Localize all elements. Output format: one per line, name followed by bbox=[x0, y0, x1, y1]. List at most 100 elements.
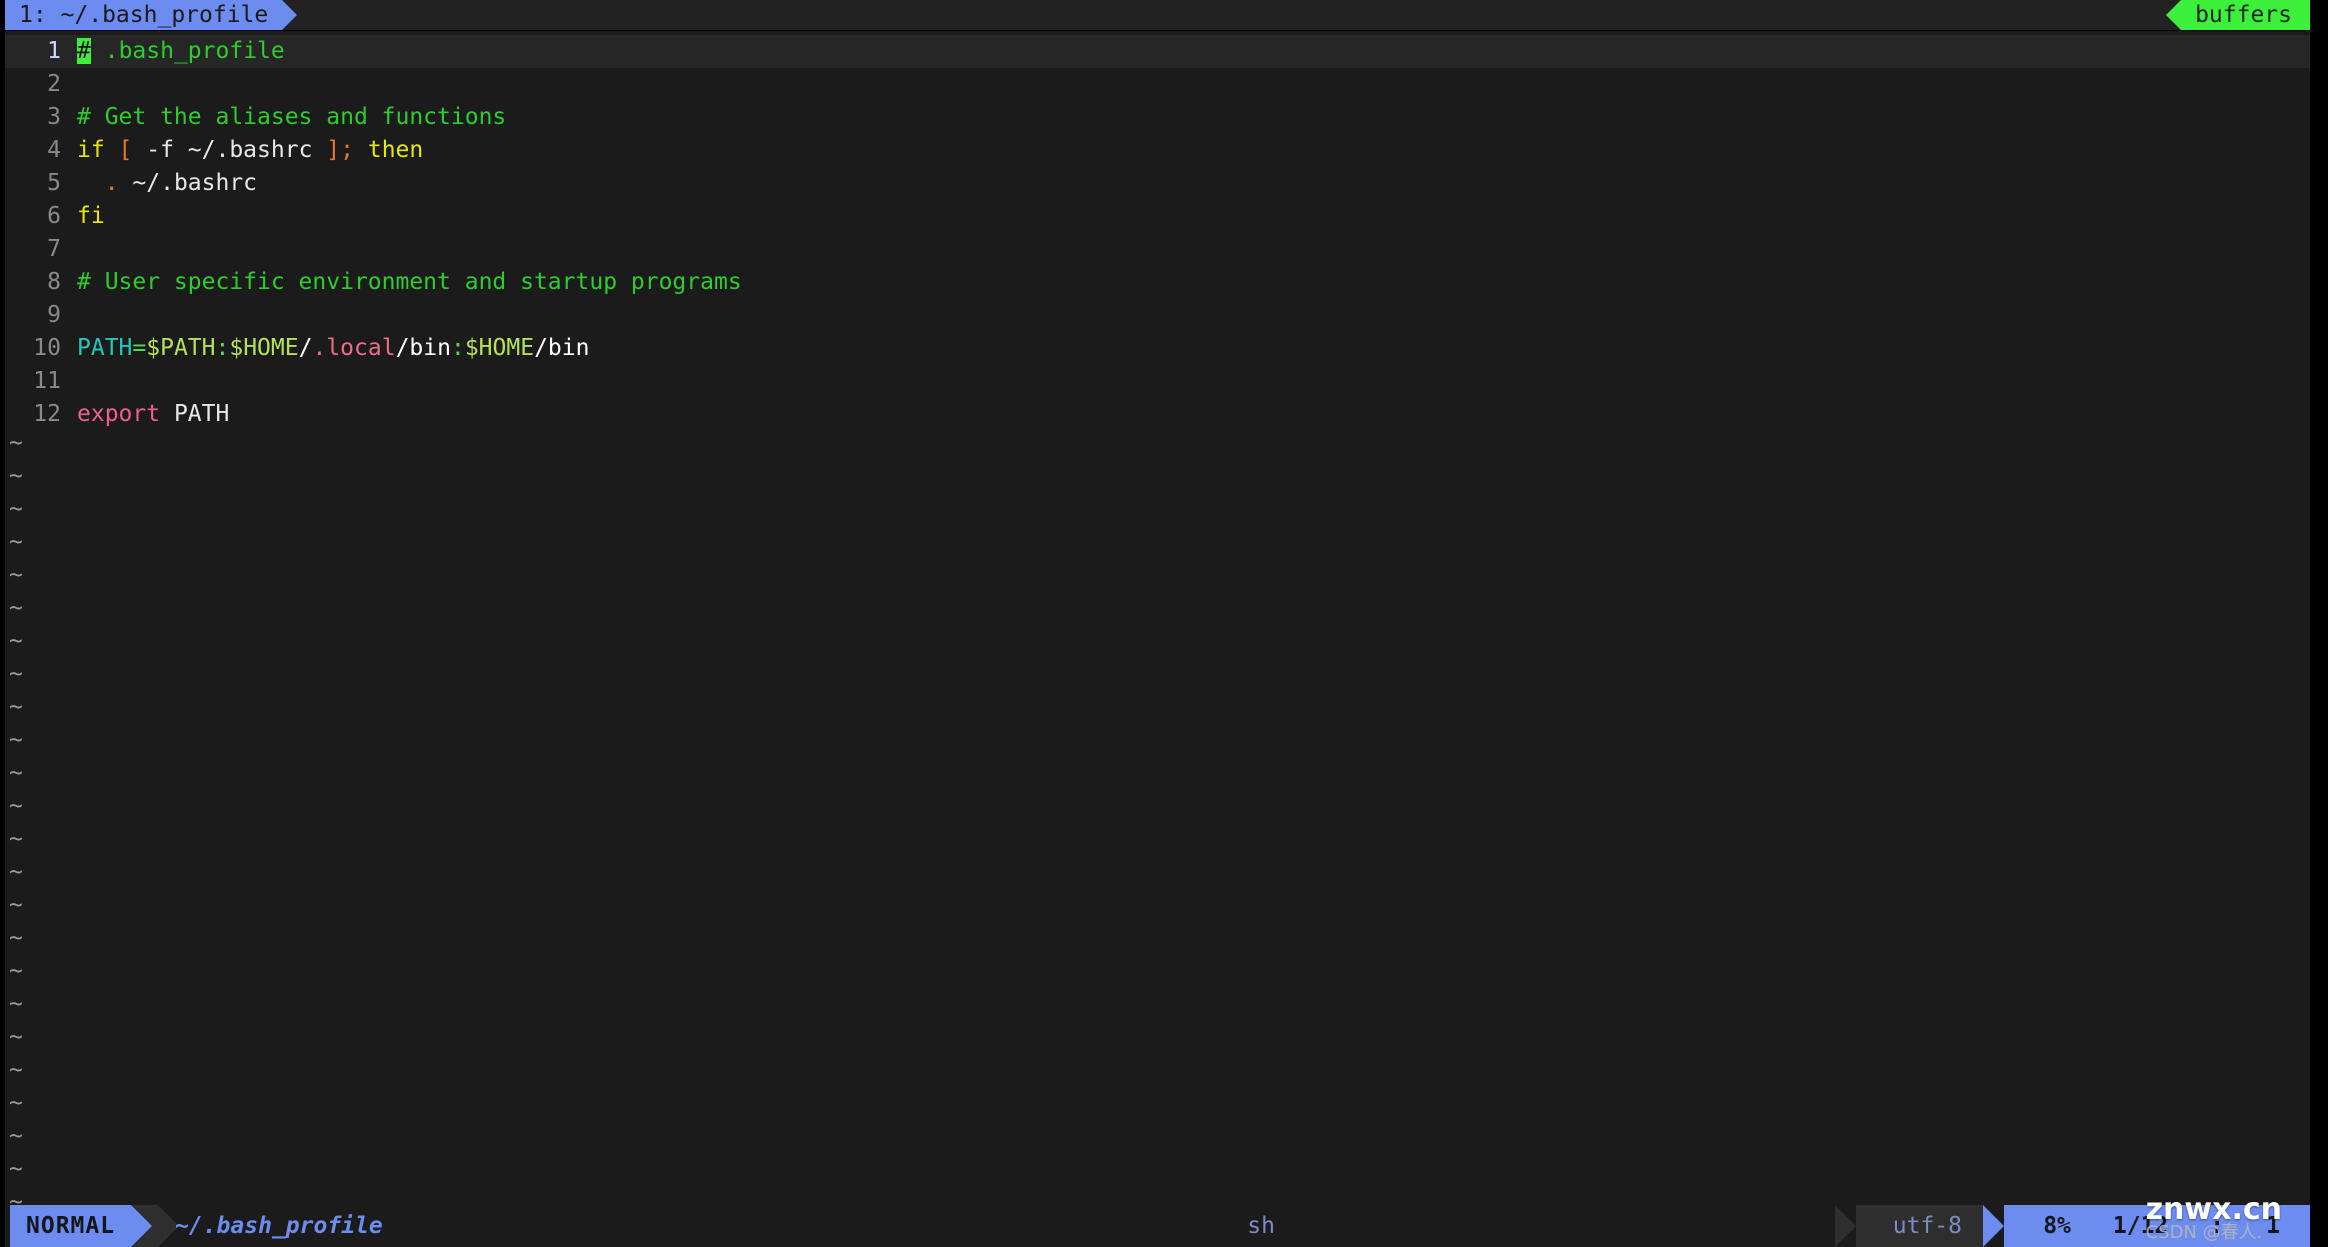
empty-line-marker: ~ bbox=[9, 1189, 23, 1205]
empty-line-marker: ~ bbox=[9, 958, 23, 984]
empty-line-marker: ~ bbox=[9, 628, 23, 654]
code-token: if bbox=[77, 137, 119, 163]
code-line[interactable]: 2 bbox=[5, 68, 2310, 101]
tab-buffers[interactable]: buffers bbox=[2166, 0, 2310, 30]
empty-line-marker: ~ bbox=[9, 793, 23, 819]
code-line[interactable]: 9 bbox=[5, 299, 2310, 332]
empty-line-marker: ~ bbox=[9, 694, 23, 720]
code-line[interactable]: 11 bbox=[5, 365, 2310, 398]
buffers-label: buffers bbox=[2195, 2, 2292, 28]
line-content: PATH=$PATH:$HOME/.local/bin:$HOME/bin bbox=[61, 332, 589, 365]
empty-line-marker: ~ bbox=[9, 1024, 23, 1050]
tab-arrow-icon bbox=[282, 0, 298, 30]
code-line[interactable]: 12 export PATH bbox=[5, 398, 2310, 431]
status-column: 1 bbox=[2266, 1213, 2280, 1239]
code-line[interactable]: 1 # .bash_profile bbox=[5, 35, 2310, 68]
cursor-block: # bbox=[77, 38, 91, 64]
code-token: -f bbox=[132, 137, 188, 163]
code-line[interactable]: 10 PATH=$PATH:$HOME/.local/bin:$HOME/bin bbox=[5, 332, 2310, 365]
code-token: : bbox=[215, 335, 230, 361]
empty-line-marker: ~ bbox=[9, 859, 23, 885]
line-content: # .bash_profile bbox=[61, 35, 285, 68]
code-token: then bbox=[354, 137, 424, 163]
line-number: 2 bbox=[47, 71, 61, 97]
position-notch-icon bbox=[1983, 1205, 2005, 1247]
empty-line-marker: ~ bbox=[9, 1090, 23, 1116]
code-token: export bbox=[77, 401, 161, 427]
code-token: $PATH bbox=[146, 335, 216, 361]
empty-line-marker: ~ bbox=[9, 760, 23, 786]
code-token: PATH bbox=[77, 335, 133, 361]
buffers-arrow-icon bbox=[2166, 0, 2182, 30]
statusline: NORMAL ~/.bash_profile sh utf-8 8% 1/12 … bbox=[5, 1205, 2310, 1247]
code-line[interactable]: 4 if [ -f ~/.bashrc ]; then bbox=[5, 134, 2310, 167]
line-number: 1 bbox=[47, 38, 61, 64]
code-token: ~/.bashrc bbox=[187, 137, 327, 163]
code-token: ~/.bashrc bbox=[118, 170, 258, 196]
status-encoding-label: utf-8 bbox=[1892, 1213, 1962, 1239]
editor-area[interactable]: 1 # .bash_profile 2 3 # Get the aliases and … bbox=[5, 31, 2310, 1205]
empty-line-marker: ~ bbox=[9, 991, 23, 1017]
line-number: 6 bbox=[47, 203, 61, 229]
status-percent: 8% bbox=[2043, 1213, 2071, 1239]
code-line[interactable]: 7 bbox=[5, 233, 2310, 266]
code-line[interactable]: 3 # Get the aliases and functions bbox=[5, 101, 2310, 134]
code-token: $HOME bbox=[229, 335, 299, 361]
empty-line-marker: ~ bbox=[9, 463, 23, 489]
vim-window: 1: ~/.bash_profile buffers 1 # .bash_prof… bbox=[0, 0, 2328, 1247]
line-number: 8 bbox=[47, 269, 61, 295]
code-token: = bbox=[132, 335, 147, 361]
code-token: /bin bbox=[534, 335, 590, 361]
line-number: 7 bbox=[47, 236, 61, 262]
code-line[interactable]: 5 . ~/.bashrc bbox=[5, 167, 2310, 200]
empty-line-marker: ~ bbox=[9, 1123, 23, 1149]
code-token: .bash_profile bbox=[104, 38, 285, 64]
line-number: 10 bbox=[33, 335, 61, 361]
empty-line-marker: ~ bbox=[9, 496, 23, 522]
empty-line-marker: ~ bbox=[9, 892, 23, 918]
empty-line-markers: ~~~~~~~~~~~~~~~~~~~~~~~~~~~~ bbox=[5, 427, 45, 1205]
line-number: 5 bbox=[47, 170, 61, 196]
code-token: /bin bbox=[395, 335, 451, 361]
line-content: fi bbox=[61, 200, 105, 233]
status-line-total: 1/12 bbox=[2112, 1213, 2169, 1239]
empty-line-marker: ~ bbox=[9, 661, 23, 687]
code-line[interactable]: 6 fi bbox=[5, 200, 2310, 233]
mode-indicator: NORMAL bbox=[10, 1205, 153, 1247]
line-number: 3 bbox=[47, 104, 61, 130]
empty-line-marker: ~ bbox=[9, 529, 23, 555]
encoding-notch-icon bbox=[1834, 1205, 1856, 1247]
empty-line-marker: ~ bbox=[9, 1057, 23, 1083]
status-position: 8% 1/12 : 1 bbox=[1983, 1205, 2310, 1247]
code-lines: 1 # .bash_profile 2 3 # Get the aliases and … bbox=[5, 35, 2310, 431]
code-token: [ bbox=[118, 137, 133, 163]
line-content: # User specific environment and startup … bbox=[61, 266, 742, 299]
empty-line-marker: ~ bbox=[9, 727, 23, 753]
code-token: fi bbox=[77, 203, 105, 229]
code-token: / bbox=[298, 335, 313, 361]
code-token: # Get the aliases and functions bbox=[77, 104, 507, 130]
status-filetype: sh bbox=[1247, 1205, 1275, 1247]
code-token: $HOME bbox=[464, 335, 535, 361]
tab-bash-profile[interactable]: 1: ~/.bash_profile bbox=[5, 0, 298, 30]
code-token: PATH bbox=[160, 401, 230, 427]
code-token: : bbox=[450, 335, 465, 361]
code-token: ; bbox=[340, 137, 354, 163]
line-content: # Get the aliases and functions bbox=[61, 101, 506, 134]
empty-line-marker: ~ bbox=[9, 595, 23, 621]
status-filename-label: ~/.bash_profile bbox=[175, 1213, 383, 1239]
line-number: 11 bbox=[33, 368, 61, 394]
tabline: 1: ~/.bash_profile buffers bbox=[5, 0, 2310, 31]
line-content: if [ -f ~/.bashrc ]; then bbox=[61, 134, 423, 167]
code-line[interactable]: 8 # User specific environment and startup… bbox=[5, 266, 2310, 299]
status-position-separator: : bbox=[2210, 1213, 2225, 1239]
line-number: 4 bbox=[47, 137, 61, 163]
empty-line-marker: ~ bbox=[9, 430, 23, 456]
empty-line-marker: ~ bbox=[9, 1156, 23, 1182]
tab-label: 1: ~/.bash_profile bbox=[19, 2, 269, 28]
empty-line-marker: ~ bbox=[9, 826, 23, 852]
mode-label: NORMAL bbox=[26, 1213, 116, 1239]
status-filename: ~/.bash_profile bbox=[175, 1205, 383, 1247]
